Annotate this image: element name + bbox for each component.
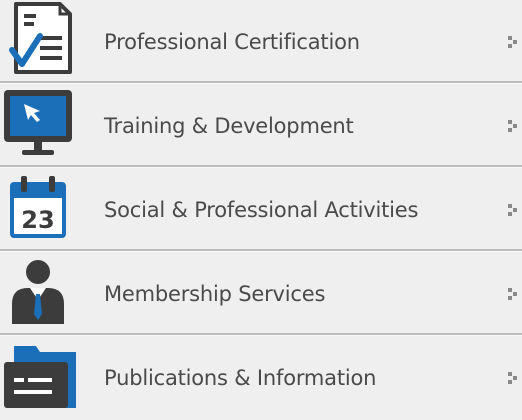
menu-item-label: Membership Services	[104, 282, 326, 306]
certificate-checklist-icon	[0, 0, 80, 84]
chevron-right-dotted-icon	[508, 204, 517, 216]
folder-document-icon	[0, 336, 80, 420]
monitor-cursor-icon	[0, 84, 80, 168]
chevron-right-dotted-icon	[508, 372, 517, 384]
member-person-icon	[0, 252, 80, 336]
chevron-right-dotted-icon	[508, 36, 517, 48]
calendar-icon: 23	[0, 168, 80, 252]
menu-item-professional-certification[interactable]: Professional Certification	[0, 0, 522, 84]
menu-item-training-development[interactable]: Training & Development	[0, 84, 522, 168]
chevron-right-dotted-icon	[508, 288, 517, 300]
menu-item-label: Professional Certification	[104, 30, 360, 54]
menu-item-label: Publications & Information	[104, 366, 377, 390]
menu-item-label: Training & Development	[104, 114, 354, 138]
menu-item-label: Social & Professional Activities	[104, 198, 419, 222]
menu-item-membership-services[interactable]: Membership Services	[0, 252, 522, 336]
menu-item-social-professional-activities[interactable]: 23 Social & Professional Activities	[0, 168, 522, 252]
menu-item-publications-information[interactable]: Publications & Information	[0, 336, 522, 420]
chevron-right-dotted-icon	[508, 120, 517, 132]
services-menu: Professional Certification Training & De…	[0, 0, 522, 420]
calendar-day-number: 23	[21, 206, 54, 234]
